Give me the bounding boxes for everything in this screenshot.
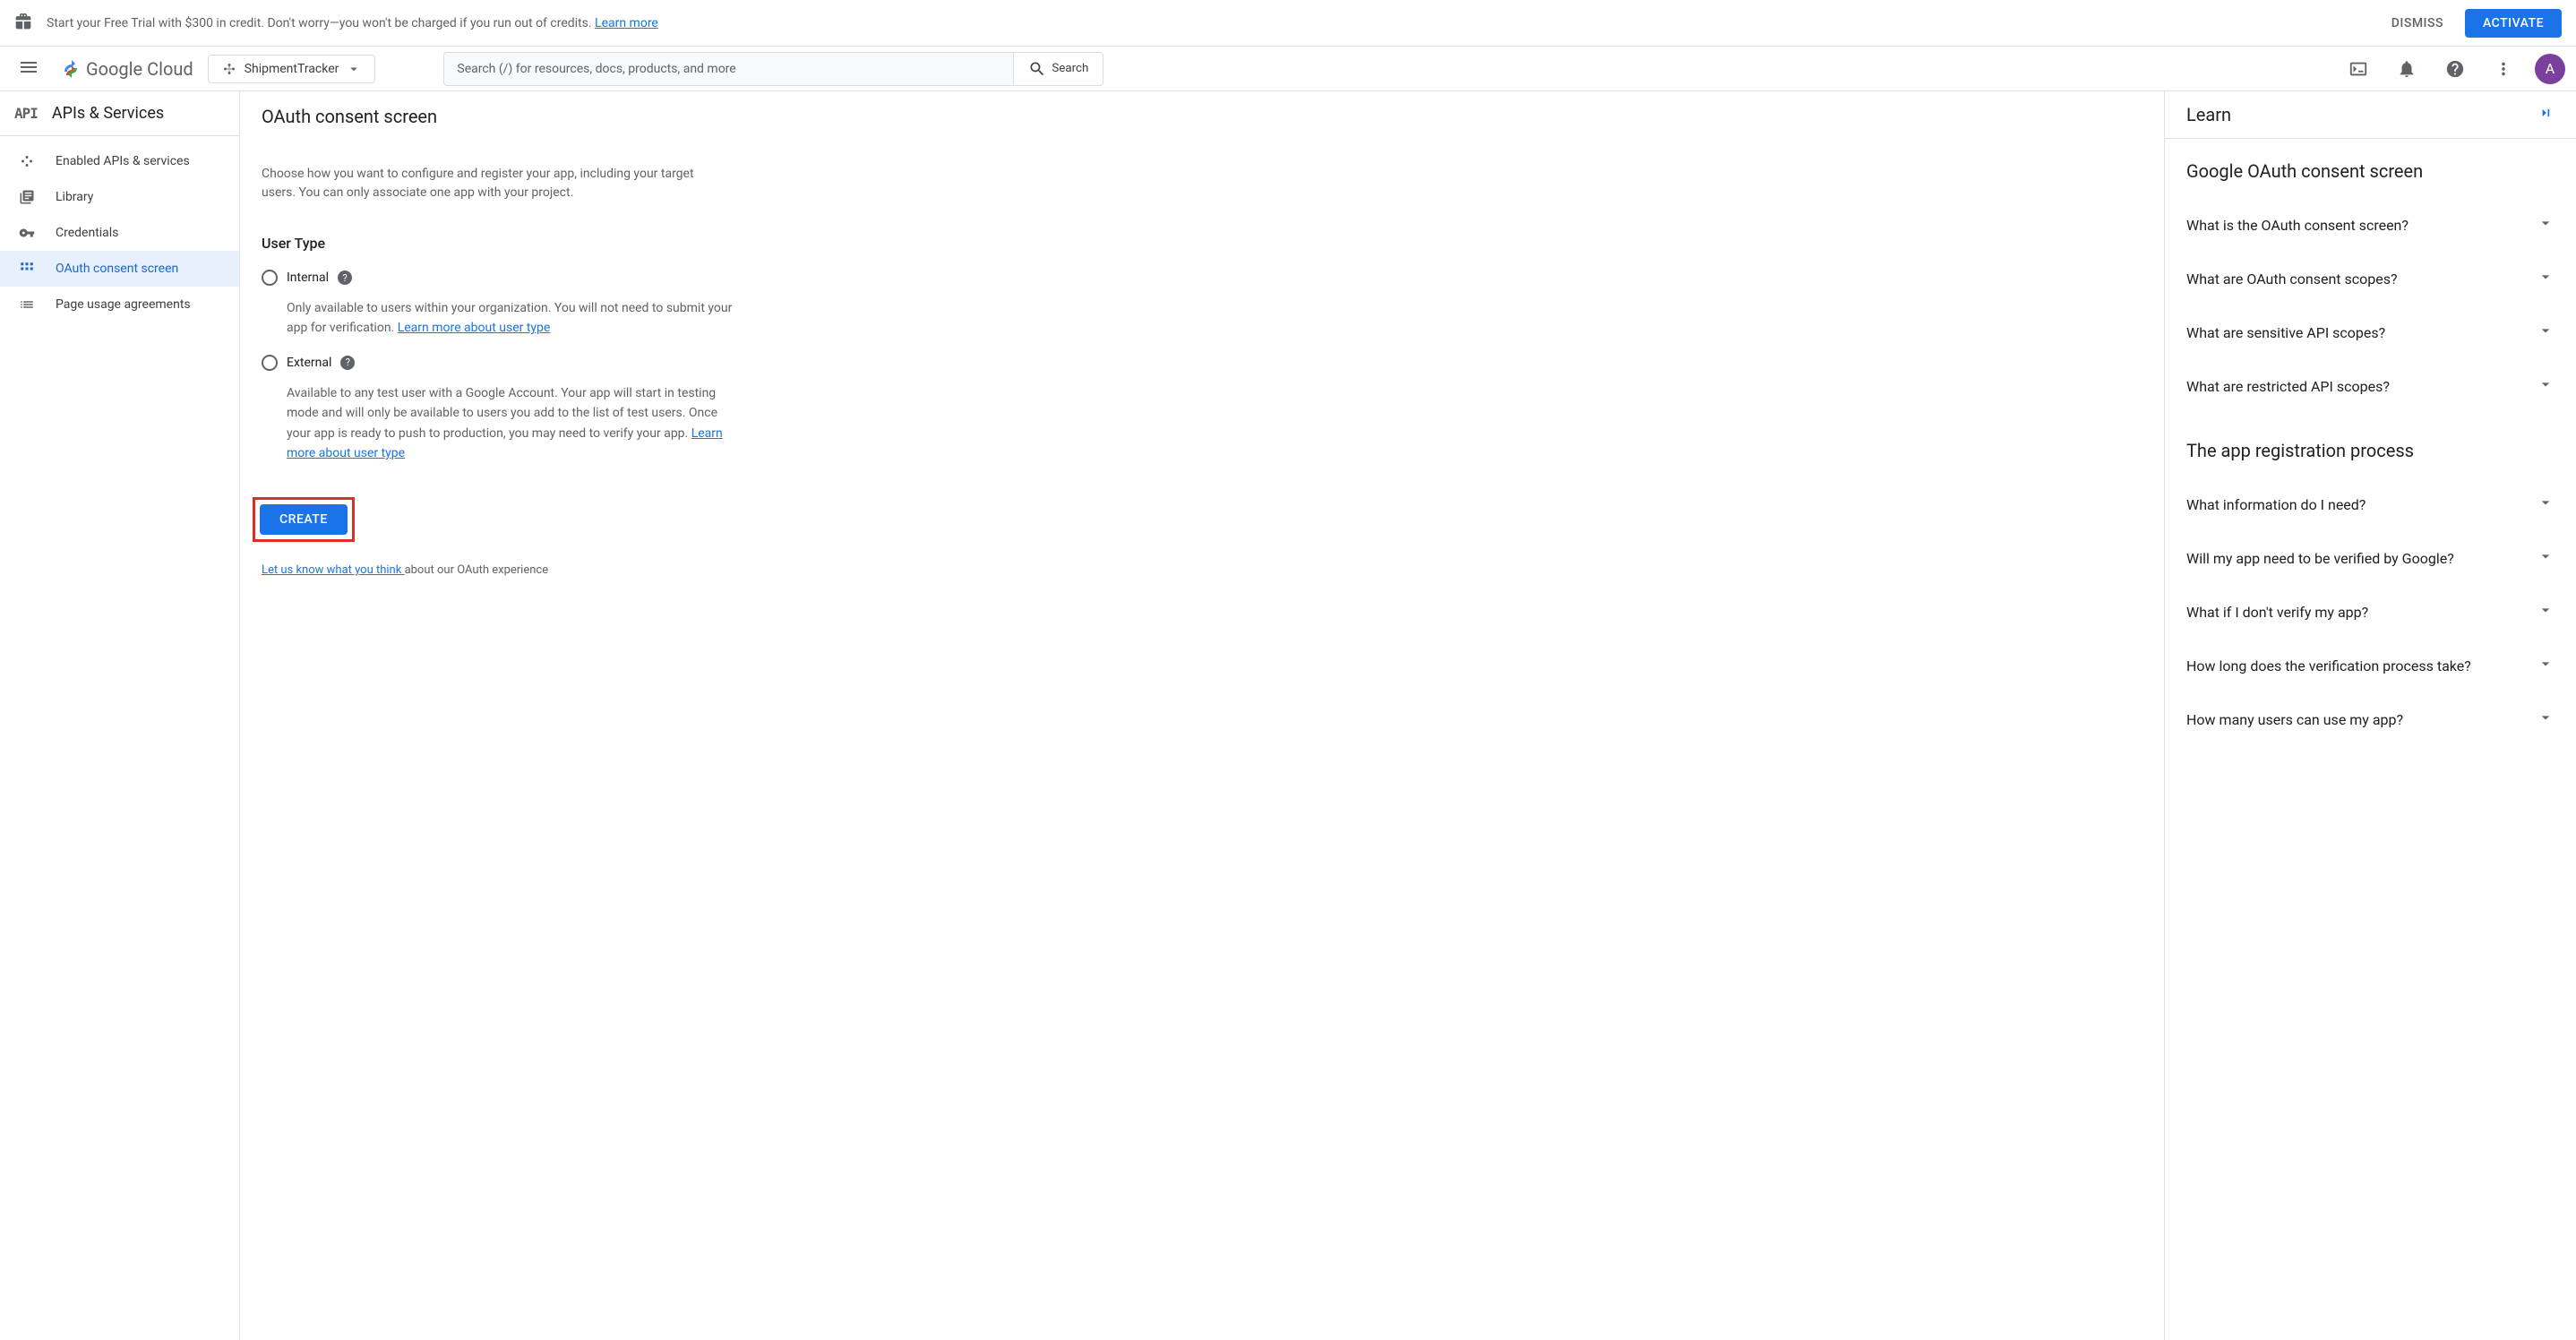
accordion-restricted-scopes[interactable]: What are restricted API scopes? — [2186, 359, 2555, 413]
project-icon — [221, 61, 237, 77]
project-selector[interactable]: ShipmentTracker — [208, 55, 376, 83]
search-input[interactable] — [443, 52, 1013, 86]
chevron-down-icon — [2537, 268, 2555, 289]
user-type-title: User Type — [262, 235, 2142, 252]
credentials-icon — [18, 224, 36, 242]
gift-icon — [14, 13, 32, 34]
trial-banner: Start your Free Trial with $300 in credi… — [0, 0, 2576, 47]
sidebar-item-page-usage[interactable]: Page usage agreements — [0, 287, 239, 322]
chevron-down-icon — [2537, 322, 2555, 343]
trial-banner-text: Start your Free Trial with $300 in credi… — [47, 16, 2381, 30]
create-button-highlight: CREATE — [253, 497, 355, 542]
enabled-apis-icon — [18, 152, 36, 170]
sidebar-header[interactable]: API APIs & Services — [0, 91, 239, 136]
accordion-info-needed[interactable]: What information do I need? — [2186, 477, 2555, 531]
sidebar-item-label: OAuth consent screen — [56, 262, 178, 276]
chevron-down-icon — [2537, 547, 2555, 569]
cloud-shell-icon[interactable] — [2341, 52, 2375, 86]
project-name: ShipmentTracker — [245, 62, 339, 76]
chevron-down-icon — [2537, 494, 2555, 515]
dismiss-button[interactable]: DISMISS — [2381, 9, 2454, 38]
sidebar-item-library[interactable]: Library — [0, 179, 239, 215]
page-title: OAuth consent screen — [262, 106, 2142, 127]
api-badge-icon: API — [14, 105, 38, 122]
help-icon[interactable] — [2438, 52, 2472, 86]
external-description: Available to any test user with a Google… — [287, 383, 743, 464]
sidebar-item-label: Library — [56, 190, 93, 204]
dropdown-icon — [346, 61, 362, 77]
create-button[interactable]: CREATE — [260, 504, 348, 535]
help-icon-external[interactable]: ? — [340, 356, 355, 370]
sidebar-item-label: Page usage agreements — [56, 297, 191, 312]
page-usage-icon — [18, 296, 36, 314]
learn-section1-title: Google OAuth consent screen — [2186, 160, 2555, 182]
google-cloud-logo[interactable]: Google Cloud — [61, 58, 193, 80]
learn-panel-title: Learn — [2186, 104, 2231, 125]
sidebar-item-oauth-consent[interactable]: OAuth consent screen — [0, 251, 239, 287]
chevron-down-icon — [2537, 601, 2555, 623]
sidebar-item-enabled-apis[interactable]: Enabled APIs & services — [0, 143, 239, 179]
sidebar-title: APIs & Services — [52, 104, 164, 123]
accordion-oauth-consent-screen[interactable]: What is the OAuth consent screen? — [2186, 198, 2555, 252]
learn-more-internal-link[interactable]: Learn more about user type — [398, 321, 551, 335]
library-icon — [18, 188, 36, 206]
accordion-sensitive-scopes[interactable]: What are sensitive API scopes? — [2186, 305, 2555, 359]
radio-external-label: External — [287, 356, 331, 370]
activate-button[interactable]: ACTIVATE — [2465, 9, 2562, 38]
radio-external[interactable] — [262, 355, 278, 371]
feedback-text: Let us know what you think about our OAu… — [262, 563, 2142, 577]
search-icon — [1028, 60, 1046, 78]
sidebar-item-credentials[interactable]: Credentials — [0, 215, 239, 251]
chevron-down-icon — [2537, 214, 2555, 236]
more-options-icon[interactable] — [2486, 52, 2520, 86]
hamburger-menu-icon[interactable] — [11, 49, 47, 89]
page-description: Choose how you want to configure and reg… — [262, 165, 727, 202]
accordion-how-many-users[interactable]: How many users can use my app? — [2186, 692, 2555, 746]
collapse-panel-icon[interactable] — [2537, 104, 2555, 125]
radio-internal-label: Internal — [287, 271, 329, 285]
learn-section2-title: The app registration process — [2186, 440, 2555, 461]
notifications-icon[interactable] — [2390, 52, 2424, 86]
trial-learn-more-link[interactable]: Learn more — [595, 16, 658, 30]
accordion-verification-time[interactable]: How long does the verification process t… — [2186, 639, 2555, 692]
accordion-verified-google[interactable]: Will my app need to be verified by Googl… — [2186, 531, 2555, 585]
chevron-down-icon — [2537, 655, 2555, 676]
avatar[interactable]: A — [2535, 54, 2565, 84]
chevron-down-icon — [2537, 709, 2555, 730]
feedback-link[interactable]: Let us know what you think — [262, 563, 405, 577]
sidebar: API APIs & Services Enabled APIs & servi… — [0, 91, 240, 1340]
oauth-consent-icon — [18, 260, 36, 278]
sidebar-item-label: Enabled APIs & services — [56, 154, 190, 168]
radio-internal[interactable] — [262, 270, 278, 286]
learn-panel: Learn Google OAuth consent screen What i… — [2164, 91, 2576, 1340]
chevron-down-icon — [2537, 375, 2555, 397]
internal-description: Only available to users within your orga… — [287, 298, 743, 339]
search-button[interactable]: Search — [1013, 52, 1103, 86]
sidebar-item-label: Credentials — [56, 226, 118, 240]
help-icon-internal[interactable]: ? — [338, 271, 352, 285]
top-bar: Google Cloud ShipmentTracker Search A — [0, 47, 2576, 91]
main-content: OAuth consent screen Choose how you want… — [240, 91, 2164, 1340]
accordion-consent-scopes[interactable]: What are OAuth consent scopes? — [2186, 252, 2555, 305]
accordion-dont-verify[interactable]: What if I don't verify my app? — [2186, 585, 2555, 639]
